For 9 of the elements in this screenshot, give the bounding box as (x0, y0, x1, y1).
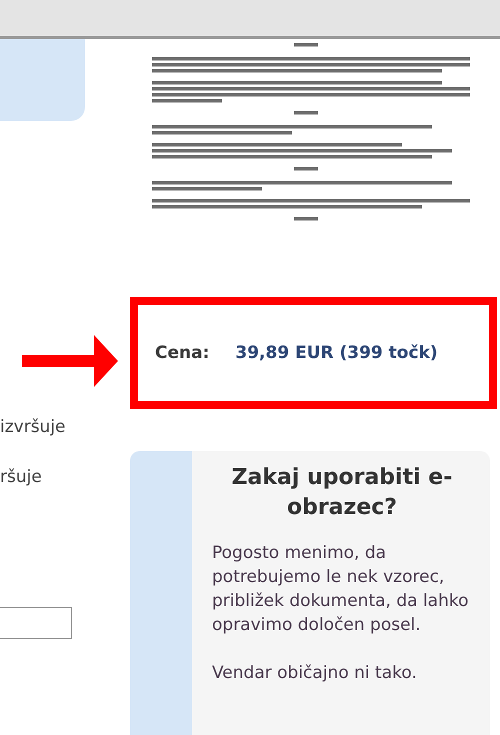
arrow-icon (22, 335, 118, 387)
text-fragment: izvršuje (0, 416, 66, 439)
input-field[interactable] (0, 607, 72, 639)
text-fragment: ršuje (0, 466, 42, 489)
card-paragraph: Pogosto menimo, da potrebujemo le nek vzorec, približek dokumenta, da lahko opravimo določen posel. (212, 542, 470, 637)
price-value: 39,89 EUR (399 točk) (235, 343, 438, 363)
card-title: Zakaj uporabiti e-obrazec? (230, 464, 454, 522)
card-paragraph: Vendar običajno ni tako. (212, 662, 418, 685)
price-label: Cena: (155, 343, 210, 363)
